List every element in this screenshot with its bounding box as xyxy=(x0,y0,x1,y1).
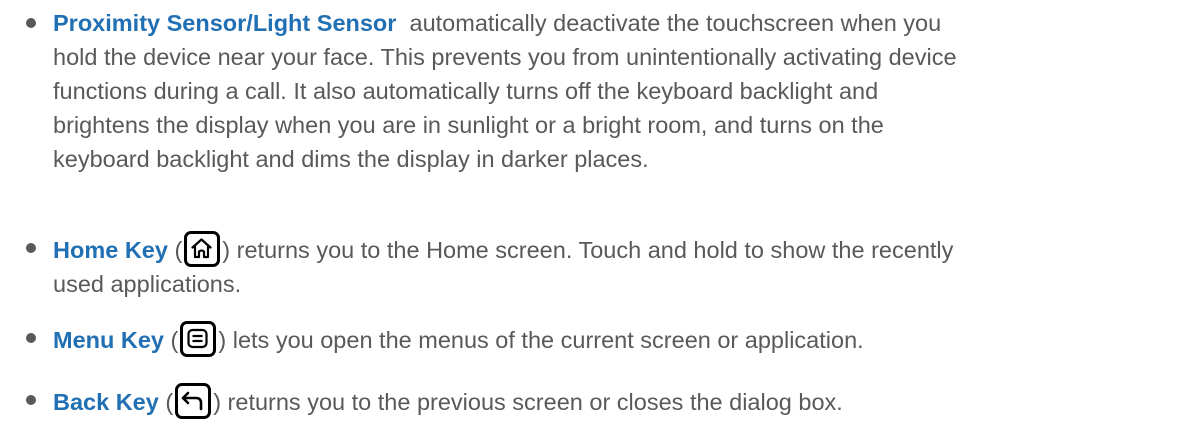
desc-line: returns you to the previous screen or cl… xyxy=(227,389,843,415)
menu-icon xyxy=(180,321,217,357)
desc-line: returns you to the Home screen. Touch an… xyxy=(236,237,954,263)
bullet-back xyxy=(26,395,36,405)
term-menu-key: Menu Key xyxy=(53,327,164,353)
back-icon xyxy=(175,383,212,419)
paren-open: ( xyxy=(158,389,174,415)
home-icon xyxy=(184,231,221,267)
paren-close: ) xyxy=(222,237,231,263)
term-back-key: Back Key xyxy=(53,389,159,415)
paren-open: ( xyxy=(167,237,183,263)
bullet-menu xyxy=(26,333,36,343)
desc-line: automatically deactivate the touchscreen… xyxy=(409,10,942,36)
desc-line: hold the device near your face. This pre… xyxy=(53,44,957,70)
list-item-menu-key: Menu Key () lets you open the menus of t… xyxy=(53,321,1178,357)
bullet-proximity xyxy=(26,18,36,28)
desc-line: keyboard backlight and dims the display … xyxy=(53,146,649,172)
desc-line: lets you open the menus of the current s… xyxy=(232,327,864,353)
term-home-key: Home Key xyxy=(53,237,168,263)
paren-close: ) xyxy=(218,327,227,353)
desc-line: used applications. xyxy=(53,271,242,297)
desc-line: functions during a call. It also automat… xyxy=(53,78,879,104)
list-item-proximity-sensor: Proximity Sensor/Light Sensor automatica… xyxy=(53,6,1178,176)
desc-line: brightens the display when you are in su… xyxy=(53,112,884,138)
list-item-home-key: Home Key () returns you to the Home scre… xyxy=(53,231,1178,301)
paren-open: ( xyxy=(164,327,179,353)
term-proximity-sensor: Proximity Sensor/Light Sensor xyxy=(53,10,397,36)
bullet-home xyxy=(26,243,36,253)
paren-close: ) xyxy=(213,389,222,415)
list-item-back-key: Back Key () returns you to the previous … xyxy=(53,383,1178,419)
